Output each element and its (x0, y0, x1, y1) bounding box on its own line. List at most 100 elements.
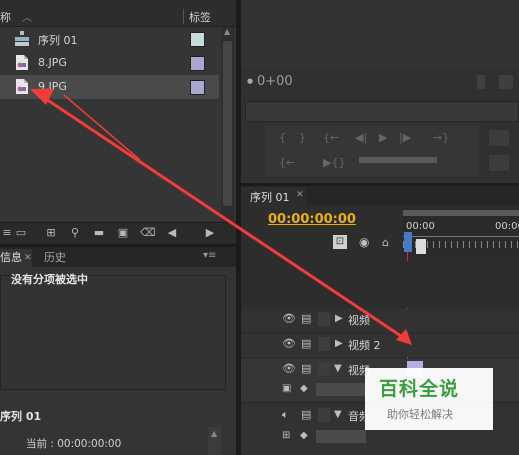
ruler-label: 00:00 (406, 221, 435, 232)
lock-toggle[interactable] (318, 408, 330, 422)
delete-icon[interactable]: ⌫ (140, 226, 156, 239)
mark-out-icon[interactable]: } (299, 131, 306, 144)
info-display: 没有分项被选中 (0, 273, 226, 390)
ruler-label: 00:00 (495, 221, 519, 232)
keyframe-icon[interactable]: ◆ (300, 383, 308, 394)
lift-icon[interactable]: {← (279, 156, 295, 169)
step-back-icon[interactable]: ◀| (355, 131, 367, 144)
monitor-video-area (241, 0, 519, 68)
snap-icon[interactable]: ⊡ (333, 235, 347, 249)
scroll-up-icon[interactable]: ▲ (224, 27, 230, 36)
list-view-icon[interactable]: ≡ (0, 226, 14, 239)
filmstrip-icon[interactable]: ▤ (301, 312, 311, 325)
close-tab-icon[interactable]: ✕ (296, 190, 304, 200)
sequence-icon (15, 31, 29, 46)
project-scrollbar[interactable]: ▲ (221, 27, 234, 223)
extract-icon[interactable]: ▶{} (323, 156, 345, 169)
go-to-out-icon[interactable]: →} (433, 131, 449, 144)
info-panel: 信息 ✕ 历史 ▾≡ 没有分项被选中 序列 01 当前 : 00:00:00:0… (0, 247, 236, 455)
label-color-swatch[interactable] (190, 80, 205, 95)
new-bin-icon[interactable]: ▬ (92, 226, 106, 239)
collapse-arrow-icon[interactable]: ▼ (334, 363, 342, 374)
display-style-icon[interactable]: ⊞ (282, 430, 290, 441)
label-color-swatch[interactable] (190, 56, 205, 71)
lock-toggle[interactable] (318, 362, 330, 376)
display-style-icon[interactable]: ▣ (282, 383, 291, 394)
sequence-name: 序列 01 (0, 410, 42, 423)
project-toolbar: ≡ ▭ ⊞ ⚲ ▬ ▣ ⌫ ◀ ▶ (0, 222, 236, 244)
viewing-area-bar[interactable] (403, 210, 519, 216)
playhead-handle[interactable] (404, 232, 412, 252)
track-video-2: 👁︎ ▤ ▶ 视频 2 (241, 334, 519, 357)
project-item-9jpg[interactable]: 9.JPG (0, 75, 219, 99)
expand-arrow-icon[interactable]: ▶ (335, 338, 343, 349)
eye-icon[interactable]: 👁︎ (282, 337, 296, 350)
playhead-dot-icon: ● (247, 77, 254, 85)
project-item-label: 8.JPG (38, 56, 67, 69)
tab-history-label: 历史 (44, 251, 66, 264)
lock-toggle[interactable] (318, 312, 330, 326)
scroll-left-icon[interactable]: ◀ (165, 226, 179, 239)
collapse-arrow-icon[interactable]: ▼ (334, 409, 342, 420)
monitor-timecode[interactable]: 0+00 (257, 74, 293, 89)
speaker-icon[interactable]: 🔈︎ (282, 408, 289, 422)
keyframe-navigator[interactable] (316, 430, 366, 443)
automate-to-sequence-icon[interactable]: ⊞ (44, 226, 58, 239)
project-item-sequence[interactable]: 序列 01 (0, 27, 219, 51)
find-icon[interactable]: ⚲ (68, 226, 82, 239)
track-label: 视频 (348, 314, 370, 327)
lock-toggle[interactable] (318, 337, 330, 351)
go-to-in-icon[interactable]: {← (323, 131, 339, 144)
monitor-scrub-bar[interactable] (245, 101, 519, 122)
tab-sequence-01[interactable]: 序列 01 ✕ (241, 187, 307, 205)
tab-sequence-label: 序列 01 (250, 191, 290, 204)
tab-info[interactable]: 信息 ✕ (0, 249, 32, 267)
watermark-badge: 百科全说 助你轻松解决 (365, 368, 493, 430)
eye-icon[interactable]: 👁︎ (282, 362, 296, 375)
column-name-header[interactable]: 称 (0, 9, 11, 25)
add-marker-icon[interactable]: ◉ (359, 235, 369, 249)
scroll-right-icon[interactable]: ▶ (203, 226, 217, 239)
monitor-icon (477, 75, 485, 89)
expand-arrow-icon[interactable]: ▶ (335, 313, 343, 324)
new-item-icon[interactable]: ▣ (116, 226, 130, 239)
project-item-8jpg[interactable]: 8.JPG (0, 51, 219, 75)
filmstrip-icon[interactable]: ▤ (301, 362, 311, 375)
sort-up-icon[interactable]: ︿ (22, 9, 32, 24)
button-editor-icon[interactable] (489, 155, 509, 171)
icon-view-icon[interactable]: ▭ (14, 226, 28, 239)
transport-controls: { } {← ◀| ▶ |▶ →} {← ▶{} (265, 126, 479, 176)
project-item-label: 9.JPG (38, 80, 67, 93)
track-spacer (241, 261, 519, 308)
watermark-subtitle: 助你轻松解决 (387, 408, 453, 421)
set-marker-icon[interactable]: ⌂ (382, 236, 389, 249)
info-scrollbar[interactable]: ▲ (208, 427, 221, 455)
jog-shuttle[interactable] (359, 157, 437, 163)
keyframe-navigator[interactable] (316, 383, 366, 396)
mark-in-icon[interactable]: { (279, 131, 286, 144)
scroll-up-icon[interactable]: ▲ (211, 429, 217, 438)
step-forward-icon[interactable]: |▶ (399, 131, 411, 144)
filmstrip-icon[interactable]: ▤ (301, 337, 311, 350)
column-divider[interactable] (183, 9, 184, 24)
tab-history[interactable]: 历史 (44, 249, 84, 267)
export-frame-icon[interactable] (489, 130, 509, 146)
fit-icon[interactable] (499, 75, 513, 89)
label-color-swatch[interactable] (190, 32, 205, 47)
ruler-line (403, 236, 519, 237)
play-icon[interactable]: ▶ (379, 131, 387, 144)
close-tab-icon[interactable]: ✕ (24, 249, 32, 267)
current-time: 当前 : 00:00:00:00 (26, 438, 122, 450)
tab-info-label: 信息 (0, 251, 22, 264)
timeline-timecode[interactable]: 00:00:00:00 (268, 212, 356, 227)
keyframe-icon[interactable]: ◆ (300, 430, 308, 441)
waveform-icon[interactable]: ▤ (301, 408, 311, 421)
image-file-icon (16, 55, 28, 70)
track-label: 视频 2 (348, 339, 381, 352)
column-tag-header[interactable]: 标签 (189, 9, 211, 25)
work-area-marker[interactable] (416, 239, 426, 254)
eye-icon[interactable]: 👁︎ (282, 312, 296, 325)
panel-menu-icon[interactable]: ▾≡ (203, 250, 216, 261)
scrollbar-thumb[interactable] (223, 41, 232, 206)
watermark-title: 百科全说 (379, 378, 460, 400)
